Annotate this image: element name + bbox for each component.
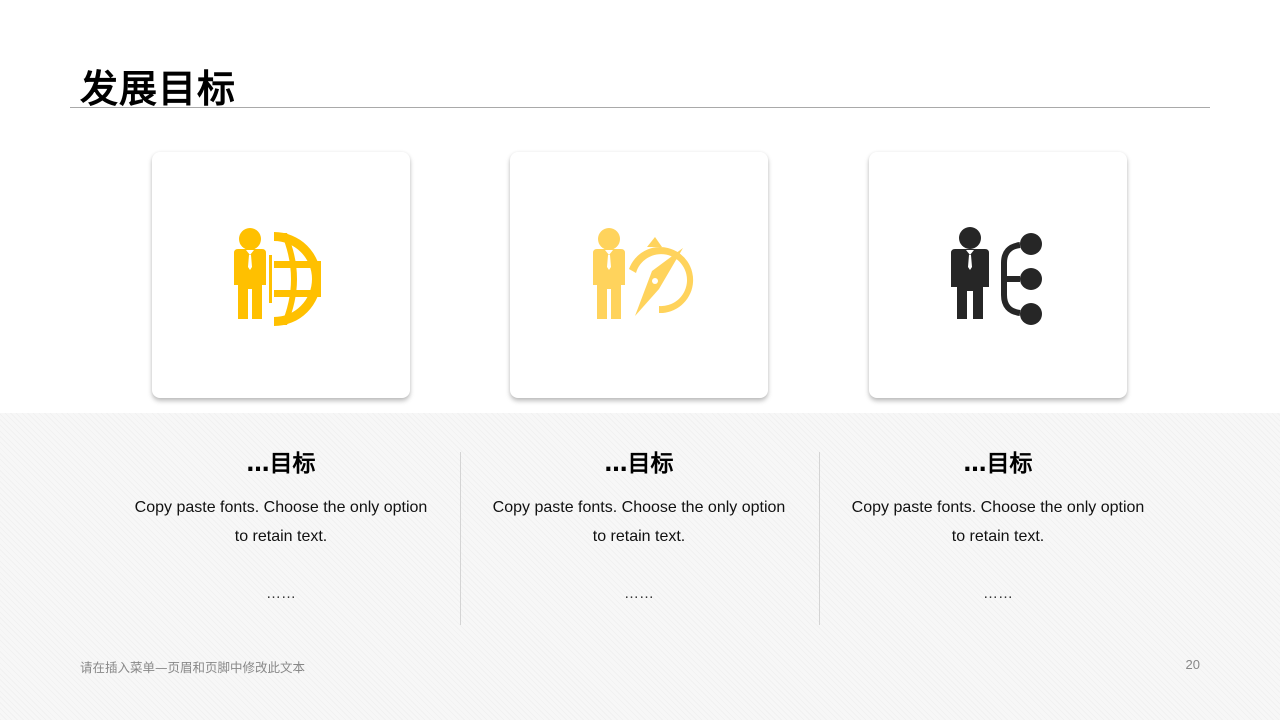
goal-card-3 — [869, 152, 1127, 398]
column-divider-1 — [460, 452, 461, 625]
businessman-compass-icon — [593, 228, 694, 319]
page-number: 20 — [1185, 657, 1200, 672]
column-divider-2 — [819, 452, 820, 625]
footer-text: 请在插入菜单—页眉和页脚中修改此文本 — [80, 660, 306, 675]
goal-description-1: Copy paste fonts. Choose the only option… — [134, 499, 428, 545]
slide-title: 发展目标 — [80, 67, 237, 111]
title-underline — [70, 107, 1210, 108]
goal-title-2: …目标 — [604, 451, 674, 477]
goal-title-3: …目标 — [963, 451, 1033, 477]
goal-ellipsis-1: …… — [266, 585, 296, 602]
goal-ellipsis-2: …… — [624, 585, 654, 602]
businessman-network-icon — [951, 227, 1042, 325]
goal-ellipsis-3: …… — [983, 585, 1013, 602]
goal-title-1: …目标 — [246, 451, 316, 477]
goal-card-2 — [510, 152, 768, 398]
businessman-globe-icon — [234, 228, 321, 326]
goal-description-3: Copy paste fonts. Choose the only option… — [851, 499, 1145, 545]
goal-card-1 — [152, 152, 410, 398]
goal-description-2: Copy paste fonts. Choose the only option… — [492, 499, 786, 545]
